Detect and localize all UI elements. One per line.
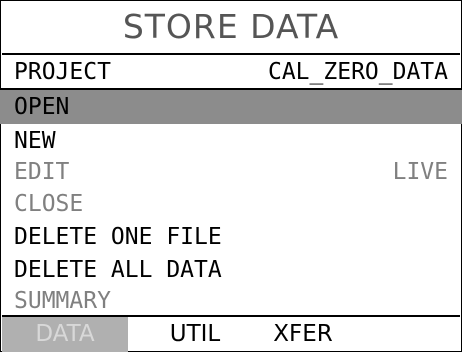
menu-item-value: LIVE [392,159,448,185]
menu-item-close[interactable]: CLOSE [0,187,462,221]
project-value: CAL_ZERO_DATA [267,59,448,85]
menu-item-edit[interactable]: EDIT LIVE [0,155,462,189]
tab-util[interactable]: UTIL [140,317,250,352]
menu-item-label: DELETE ONE FILE [14,224,222,250]
tab-xfer[interactable]: XFER [258,317,348,352]
project-row[interactable]: PROJECT CAL_ZERO_DATA [0,56,462,90]
tab-bar: DATA UTIL XFER [0,317,462,352]
menu-item-open[interactable]: OPEN [0,90,462,124]
title-divider [2,53,460,55]
menu-item-label: DELETE ALL DATA [14,257,222,283]
menu-item-new[interactable]: NEW [0,124,462,158]
project-label: PROJECT [14,59,111,85]
screen-title: STORE DATA [122,6,340,46]
menu-item-label: NEW [14,128,56,154]
menu-item-label: EDIT [14,159,70,185]
menu-item-label: CLOSE [14,191,84,217]
store-data-screen: STORE DATA PROJECT CAL_ZERO_DATA OPEN NE… [0,0,462,352]
menu-item-delete-one-file[interactable]: DELETE ONE FILE [0,220,462,254]
tab-data[interactable]: DATA [2,317,128,352]
menu-item-delete-all-data[interactable]: DELETE ALL DATA [0,253,462,287]
menu-item-label: OPEN [14,94,70,120]
menu-item-label: SUMMARY [14,288,111,314]
menu-item-summary[interactable]: SUMMARY [0,284,462,318]
